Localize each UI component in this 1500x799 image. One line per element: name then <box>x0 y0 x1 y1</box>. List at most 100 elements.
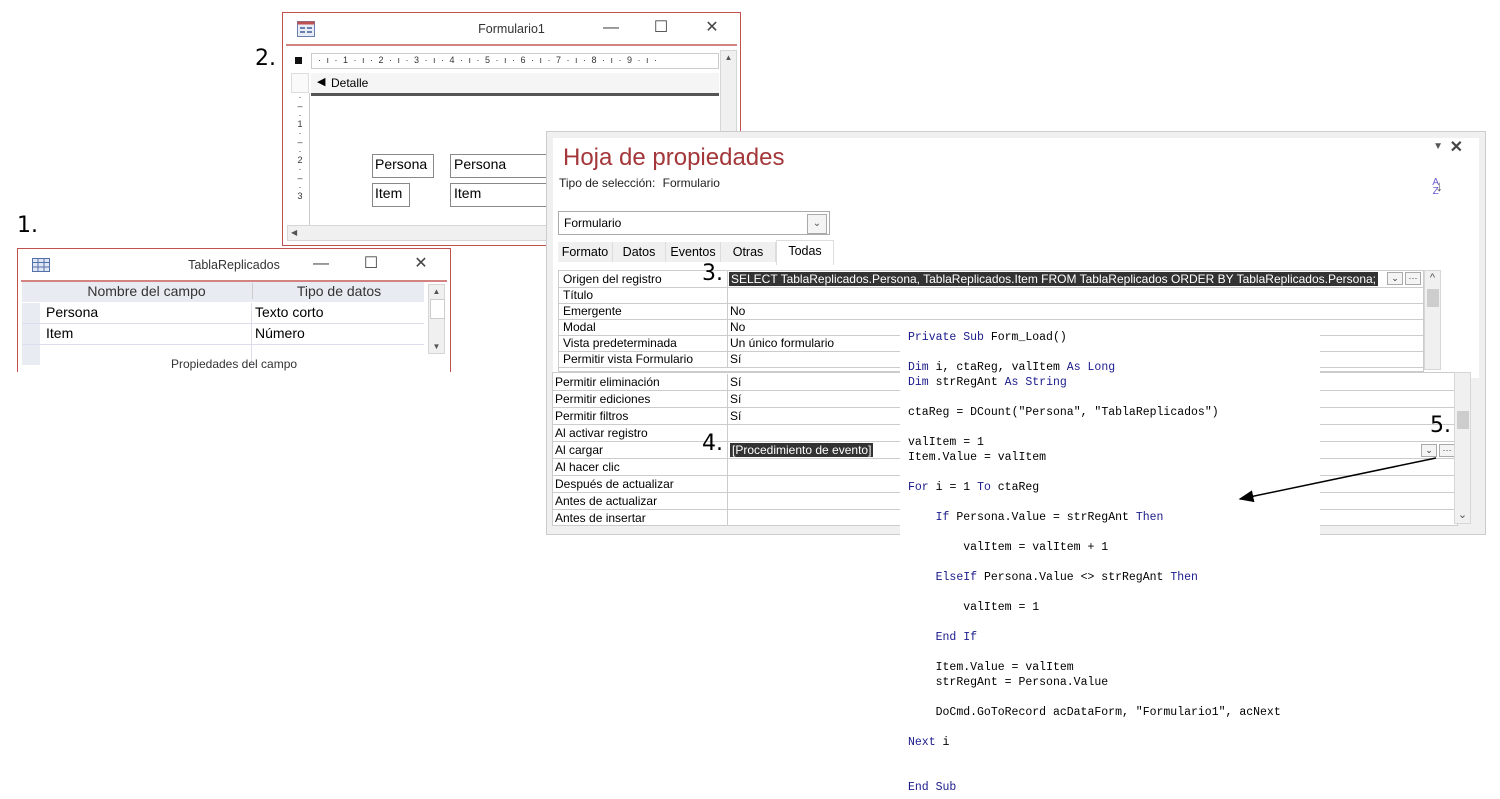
vertical-scrollbar-bottom[interactable]: ⌄ <box>1454 372 1471 524</box>
builder-button[interactable]: ··· <box>1405 272 1421 285</box>
cell-divider <box>727 391 728 407</box>
scroll-left-icon[interactable]: ◀ <box>291 228 297 237</box>
property-row[interactable]: Origen del registro SELECT TablaReplicad… <box>559 271 1423 288</box>
tab-todas[interactable]: Todas <box>776 240 834 265</box>
tab-datos[interactable]: Datos <box>613 242 666 262</box>
record-source-value[interactable]: SELECT TablaReplicados.Persona, TablaRep… <box>729 272 1379 286</box>
code-line: valItem = valItem + 1 <box>963 541 1109 554</box>
vertical-scrollbar[interactable]: ▲ ▼ <box>428 284 445 354</box>
selection-type-label: Tipo de selección: <box>559 176 656 190</box>
data-type-cell[interactable]: Texto corto <box>255 304 323 320</box>
field-name-cell[interactable]: Item <box>46 325 73 341</box>
item-label-control[interactable]: Item <box>372 183 410 207</box>
scroll-up-icon[interactable]: ▲ <box>429 287 444 296</box>
maximize-button[interactable]: ☐ <box>356 252 386 276</box>
vertical-scrollbar-top[interactable]: ^ <box>1424 270 1441 370</box>
column-header-data-type[interactable]: Tipo de datos <box>252 283 425 299</box>
code-line: For i = 1 To ctaReg <box>908 481 1040 494</box>
title-bar: Formulario1 — ☐ ✕ <box>283 13 740 45</box>
property-name: Emergente <box>563 304 622 318</box>
sort-arrow-icon: ↓ <box>1435 178 1444 195</box>
section-arrow-icon: ◀ <box>317 76 326 88</box>
selection-type: Tipo de selección: Formulario <box>559 176 720 190</box>
property-value[interactable]: Un único formulario <box>730 336 834 350</box>
selection-type-value: Formulario <box>662 176 720 190</box>
minimize-button[interactable]: — <box>306 252 336 276</box>
close-button[interactable]: ✕ <box>406 252 436 276</box>
property-row[interactable]: Título <box>559 287 1423 304</box>
annotation-1: 1. <box>17 213 38 238</box>
object-selector-combo[interactable]: Formulario ⌄ <box>558 211 830 235</box>
property-value[interactable]: Sí <box>730 392 741 406</box>
property-value[interactable]: Sí <box>730 352 741 366</box>
cell-divider <box>727 351 728 367</box>
scroll-up-icon[interactable]: ▲ <box>721 53 736 62</box>
property-value[interactable]: No <box>730 304 745 318</box>
scroll-thumb[interactable] <box>1457 411 1469 429</box>
item-textbox-control[interactable]: Item <box>450 183 560 207</box>
scroll-up-icon[interactable]: ^ <box>1425 272 1440 284</box>
cell-divider <box>727 425 728 441</box>
table-design-window: TablaReplicados — ☐ ✕ Nombre del campo T… <box>17 248 451 372</box>
vba-code-panel: Private Sub Form_Load() Dim i, ctaReg, va… <box>900 322 1320 799</box>
close-pane-icon[interactable]: ✕ <box>1450 137 1463 157</box>
field-name-cell[interactable]: Persona <box>46 304 98 320</box>
data-type-cell[interactable]: Número <box>255 325 305 341</box>
row-selector[interactable] <box>22 303 40 323</box>
horizontal-ruler: · ı · 1 · ı · 2 · ı · 3 · ı · 4 · ı · 5 … <box>311 53 719 69</box>
tab-formato[interactable]: Formato <box>558 242 613 262</box>
scroll-thumb[interactable] <box>430 299 445 319</box>
property-name: Antes de actualizar <box>555 494 658 508</box>
scroll-thumb[interactable] <box>1427 289 1439 307</box>
annotation-3: 3. <box>702 261 723 286</box>
property-name: Permitir ediciones <box>555 392 651 406</box>
cell-divider <box>727 303 728 319</box>
cell-divider <box>727 319 728 335</box>
annotation-2: 2. <box>255 46 276 71</box>
cell-divider <box>727 287 728 303</box>
code-line: Dim i, ctaReg, valItem As Long <box>908 361 1116 374</box>
property-name: Antes de insertar <box>555 511 646 525</box>
property-value[interactable]: Sí <box>730 375 741 389</box>
cell-divider <box>727 408 728 424</box>
vertical-ruler: · – · 1 · – · 2 · – · 3 <box>291 93 309 223</box>
code-line: Item.Value = valItem <box>908 451 1047 464</box>
property-name: Al hacer clic <box>555 460 620 474</box>
cell-divider <box>727 442 728 458</box>
table-row[interactable]: Persona Texto corto <box>22 303 424 324</box>
scroll-down-icon[interactable]: ▼ <box>429 342 444 351</box>
cell-divider <box>727 374 728 390</box>
tab-eventos[interactable]: Eventos <box>666 242 721 262</box>
property-value[interactable]: Sí <box>730 409 741 423</box>
maximize-button[interactable]: ☐ <box>646 16 676 40</box>
builder-button[interactable]: ··· <box>1439 444 1455 457</box>
code-line: Dim strRegAnt As String <box>908 376 1067 389</box>
scroll-down-icon[interactable]: ⌄ <box>1455 508 1470 521</box>
persona-label-control[interactable]: Persona <box>372 154 434 178</box>
dropdown-button[interactable]: ⌄ <box>1421 444 1437 457</box>
persona-textbox-control[interactable]: Persona <box>450 154 560 178</box>
detail-section-bar[interactable]: ◀ Detalle <box>311 73 719 96</box>
tab-otras[interactable]: Otras <box>721 242 776 262</box>
row-selector[interactable] <box>22 324 40 344</box>
table-row[interactable]: Item Número <box>22 324 424 345</box>
code-line: strRegAnt = Persona.Value <box>935 676 1109 689</box>
close-button[interactable]: ✕ <box>697 16 727 40</box>
minimize-button[interactable]: — <box>596 16 626 40</box>
code-line: DoCmd.GoToRecord acDataForm, "Formulario… <box>935 706 1281 719</box>
property-name: Modal <box>563 320 596 334</box>
column-header-field-name[interactable]: Nombre del campo <box>42 283 251 299</box>
property-row[interactable]: Emergente No <box>559 303 1423 320</box>
dropdown-button[interactable]: ⌄ <box>1387 272 1403 285</box>
section-selector[interactable] <box>291 73 309 93</box>
form-selector[interactable] <box>295 57 302 64</box>
property-value[interactable]: No <box>730 320 745 334</box>
chevron-down-icon[interactable]: ⌄ <box>807 214 827 234</box>
property-name: Permitir filtros <box>555 409 629 423</box>
property-name: Al cargar <box>555 443 604 457</box>
code-line: End If <box>935 631 978 644</box>
pane-menu-icon[interactable]: ▼ <box>1433 141 1443 152</box>
code-line: Item.Value = valItem <box>935 661 1074 674</box>
on-load-value[interactable]: [Procedimiento de evento] <box>730 443 874 457</box>
cell-divider <box>727 476 728 492</box>
